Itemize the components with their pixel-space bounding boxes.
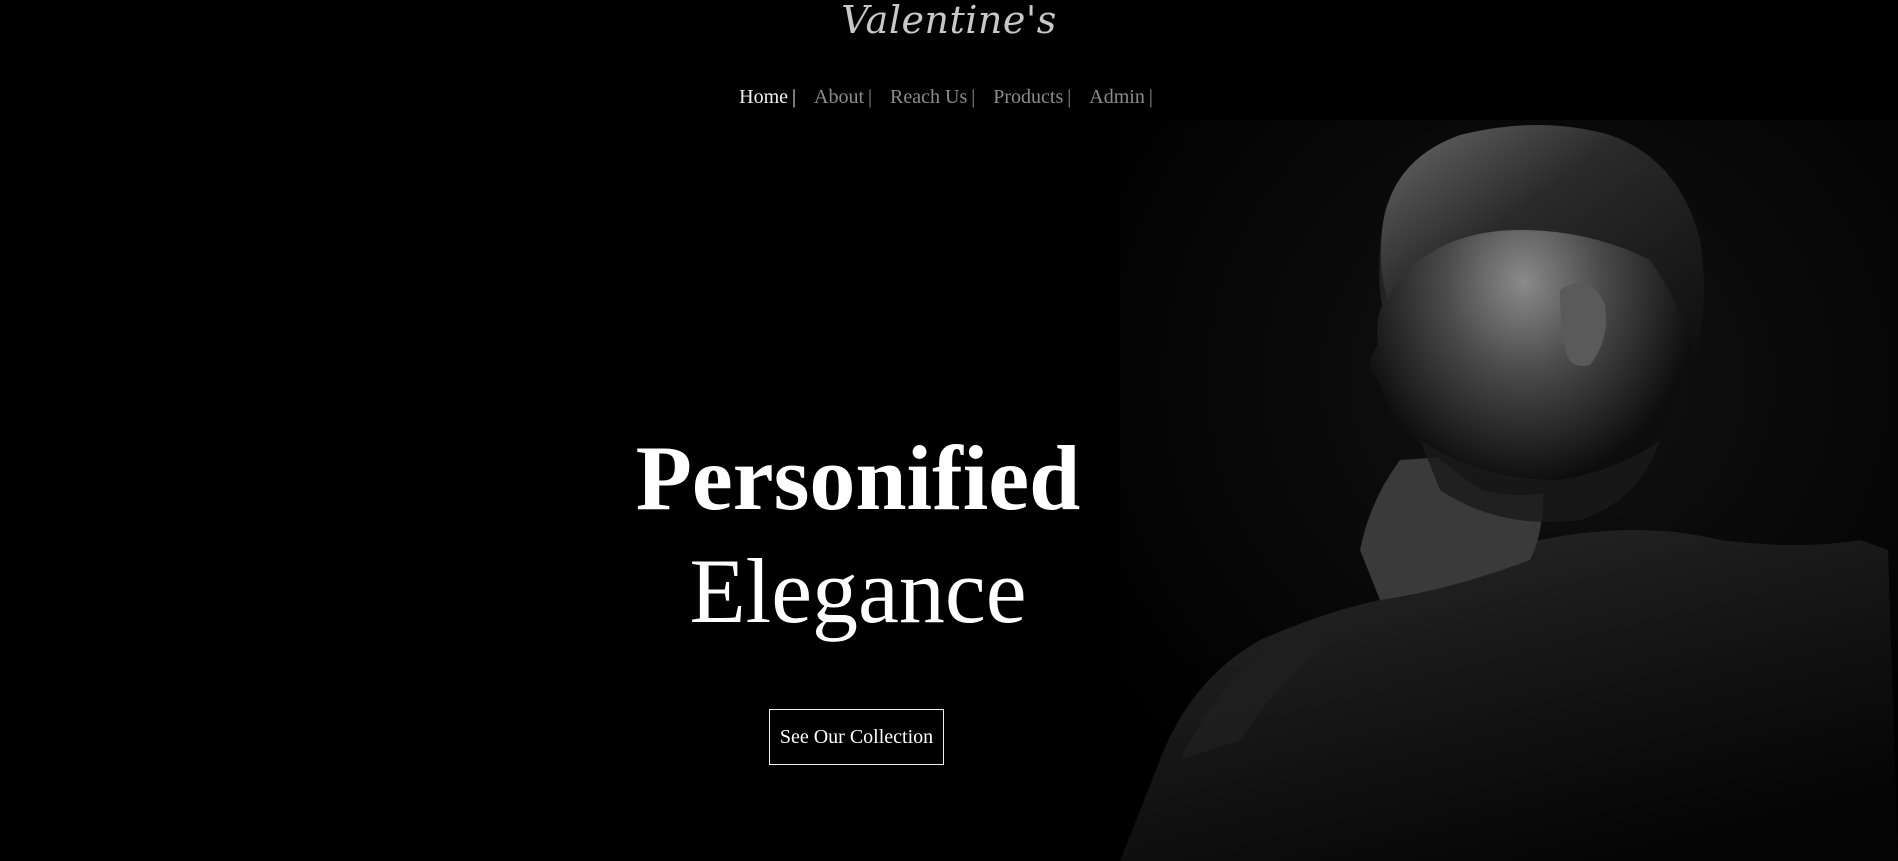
nav-item-home[interactable]: Home | <box>739 86 796 109</box>
nav-item-label: Admin <box>1089 86 1145 108</box>
nav-separator: | <box>971 86 976 108</box>
nav-item-label: About <box>814 86 865 108</box>
nav-separator: | <box>1067 86 1072 108</box>
nav-separator: | <box>792 86 797 108</box>
brand-logo[interactable]: Valentine's <box>0 0 1898 42</box>
nav-item-admin[interactable]: Admin | <box>1089 86 1153 109</box>
nav-item-label: Home <box>739 86 789 108</box>
nav-item-reach-us[interactable]: Reach Us | <box>890 86 975 109</box>
nav-item-label: Products <box>993 86 1064 108</box>
nav-separator: | <box>1148 86 1153 108</box>
hero-title-line2: Elegance <box>689 539 1027 642</box>
nav-separator: | <box>868 86 873 108</box>
nav-item-about[interactable]: About | <box>814 86 872 109</box>
nav-item-products[interactable]: Products | <box>993 86 1071 109</box>
hero-title-line1: Personified <box>635 427 1081 529</box>
hero-portrait-image <box>1120 120 1898 861</box>
main-nav: Home | About | Reach Us | Products | Adm… <box>0 86 1895 109</box>
see-collection-button[interactable]: See Our Collection <box>769 709 944 765</box>
hero-section: Personified Elegance <box>598 430 1118 639</box>
nav-item-label: Reach Us <box>890 86 968 108</box>
